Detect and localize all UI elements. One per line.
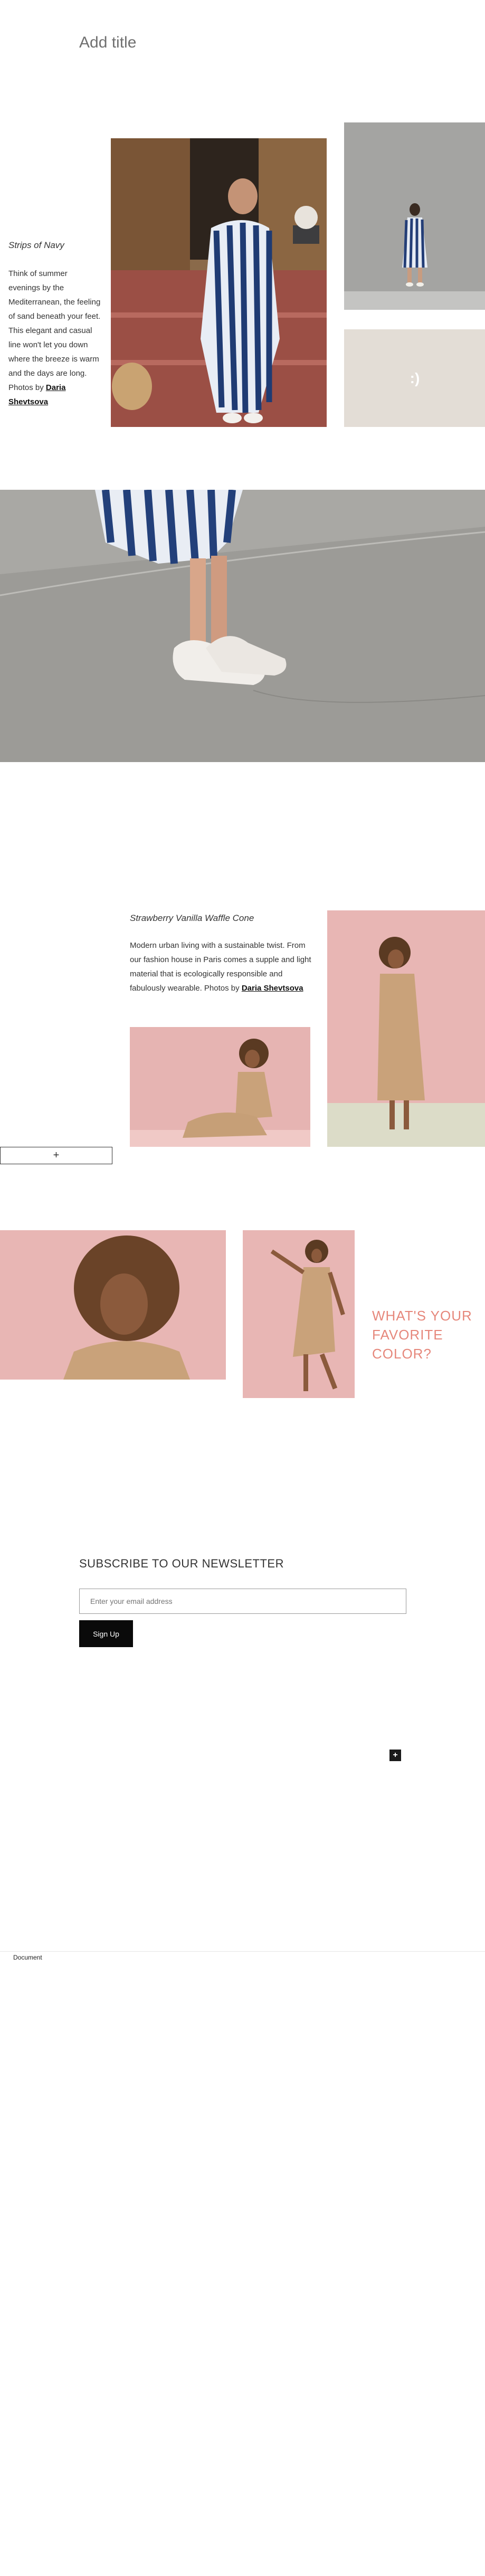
favorite-line-2: FAVORITE	[372, 1327, 443, 1343]
story-description-2: Modern urban living with a sustainable t…	[130, 938, 312, 995]
sign-up-button[interactable]: Sign Up	[79, 1620, 133, 1647]
photo-woman-dancing-pink	[243, 1230, 355, 1398]
story-text: Think of summer evenings by the Mediterr…	[8, 269, 101, 392]
story-title: Strips of Navy	[8, 240, 64, 250]
photo-woman-sitting-pink	[130, 1027, 310, 1147]
email-field[interactable]	[79, 1589, 406, 1614]
smiley-placeholder: :)	[344, 329, 485, 427]
page-title[interactable]: Add title	[79, 34, 136, 52]
photo-woman-by-wall	[344, 122, 485, 310]
story-title-2: Strawberry Vanilla Waffle Cone	[130, 913, 254, 923]
photo-woman-on-steps	[111, 138, 327, 427]
photo-woman-standing-pink	[327, 910, 485, 1147]
add-block-button[interactable]: +	[0, 1147, 112, 1164]
favorite-line-1: WHAT'S YOUR	[372, 1308, 472, 1324]
favorite-color-heading: WHAT'S YOUR FAVORITE COLOR?	[372, 1306, 472, 1363]
photo-sneakers-closeup	[0, 490, 485, 762]
photo-woman-closeup-pink	[0, 1230, 226, 1380]
footer-divider	[0, 1951, 485, 1952]
favorite-line-3: COLOR?	[372, 1346, 432, 1362]
story-description: Think of summer evenings by the Mediterr…	[8, 267, 101, 409]
add-icon[interactable]: +	[389, 1750, 401, 1761]
photographer-link-2[interactable]: Daria Shevtsova	[242, 984, 303, 993]
footer-label: Document	[13, 1954, 42, 1961]
newsletter-title: SUBSCRIBE TO OUR NEWSLETTER	[79, 1557, 284, 1570]
